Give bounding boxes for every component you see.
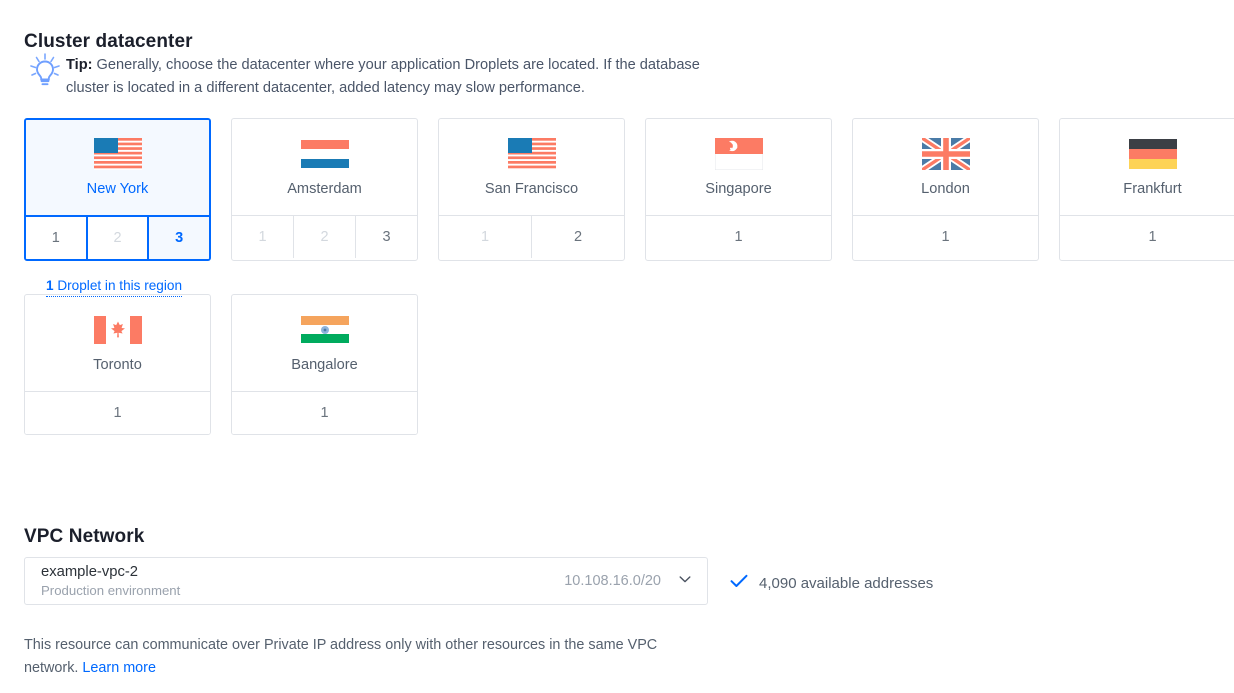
datacenter-vpc-form: Cluster datacenter Tip: Generally, choos…	[0, 0, 1234, 693]
droplet-note-text: Droplet in this region	[53, 278, 183, 293]
in-flag	[300, 313, 349, 346]
region-card-header: Amsterdam	[232, 119, 417, 215]
tip-body: Generally, choose the datacenter where y…	[66, 57, 700, 96]
region-grid: New York 1 2 3 Amsterdam 1 2 3 San Francisco 1 2 …	[24, 118, 1234, 435]
region-name: Frankfurt	[1123, 180, 1182, 197]
region-card-header: Bangalore	[232, 295, 417, 391]
vpc-footnote: This resource can communicate over Priva…	[24, 634, 714, 680]
size-option-1: 1	[232, 216, 293, 258]
region-card-london[interactable]: London 1	[852, 118, 1039, 261]
size-option-1[interactable]: 1	[232, 392, 417, 434]
vpc-network-select[interactable]: example-vpc-2 Production environment 10.…	[24, 557, 708, 605]
region-card-header: Singapore	[646, 119, 831, 215]
region-name: Toronto	[93, 356, 142, 373]
gb-flag	[921, 137, 970, 170]
region-card-san-francisco[interactable]: San Francisco 1 2	[438, 118, 625, 261]
us-flag	[93, 138, 142, 170]
region-name: San Francisco	[484, 180, 579, 197]
tip-label: Tip:	[66, 57, 93, 73]
region-size-options: 1	[646, 215, 831, 258]
region-size-options: 1	[853, 215, 1038, 258]
region-card-new-york[interactable]: New York 1 2 3	[24, 118, 211, 261]
vpc-section-title: VPC Network	[24, 525, 145, 547]
size-option-2: 2	[85, 217, 148, 259]
tip-text: Tip: Generally, choose the datacenter wh…	[66, 48, 724, 100]
size-option-1[interactable]: 1	[646, 216, 831, 258]
size-option-2[interactable]: 2	[531, 216, 624, 258]
region-card-singapore[interactable]: Singapore 1	[645, 118, 832, 261]
chevron-down-icon[interactable]	[677, 571, 693, 592]
size-option-1[interactable]: 1	[26, 217, 86, 259]
vpc-name: example-vpc-2	[41, 563, 139, 580]
region-size-options: 123	[232, 215, 417, 258]
region-card-toronto[interactable]: Toronto 1	[24, 294, 211, 435]
region-name: Amsterdam	[287, 180, 362, 197]
region-size-options: 123	[26, 215, 209, 259]
available-addresses-note: 4,090 available addresses	[730, 574, 933, 592]
region-size-options: 1	[1060, 215, 1234, 258]
size-option-1[interactable]: 1	[853, 216, 1038, 258]
vpc-description: Production environment	[41, 582, 181, 598]
region-card-header: London	[853, 119, 1038, 215]
region-size-options: 12	[439, 215, 624, 258]
droplet-in-region-link[interactable]: 1 Droplet in this region	[46, 278, 183, 297]
size-option-1[interactable]: 1	[1060, 216, 1234, 258]
size-option-3[interactable]: 3	[147, 217, 209, 259]
region-row-2: Toronto 1 Bangalore 1	[24, 294, 1234, 435]
vpc-select-right: 10.108.16.0/20	[564, 571, 693, 592]
vpc-selected-value: example-vpc-2 Production environment	[41, 563, 180, 600]
nl-flag	[300, 137, 349, 170]
region-name: Bangalore	[291, 356, 358, 373]
region-name: New York	[86, 181, 149, 197]
region-name: Singapore	[705, 180, 772, 197]
learn-more-link[interactable]: Learn more	[82, 660, 156, 676]
ca-flag	[93, 313, 142, 346]
us-flag	[507, 137, 556, 170]
tip-banner: Tip: Generally, choose the datacenter wh…	[24, 48, 724, 100]
region-name: London	[921, 180, 970, 197]
size-option-1[interactable]: 1	[25, 392, 210, 434]
region-card-header: San Francisco	[439, 119, 624, 215]
region-card-amsterdam[interactable]: Amsterdam 1 2 3	[231, 118, 418, 261]
size-option-3[interactable]: 3	[355, 216, 417, 258]
lightbulb-icon	[24, 48, 66, 92]
region-card-header: Toronto	[25, 295, 210, 391]
size-option-1: 1	[439, 216, 531, 258]
de-flag	[1128, 138, 1177, 170]
sg-flag	[714, 137, 763, 170]
region-size-options: 1	[232, 391, 417, 434]
available-addresses-text: 4,090 available addresses	[759, 574, 934, 592]
region-card-bangalore[interactable]: Bangalore 1	[231, 294, 418, 435]
region-row-1: New York 1 2 3 Amsterdam 1 2 3 San Francisco 1 2 …	[24, 118, 1234, 261]
region-card-header: New York	[26, 120, 209, 215]
check-icon	[730, 574, 748, 592]
vpc-cidr: 10.108.16.0/20	[564, 573, 661, 589]
region-card-header: Frankfurt	[1060, 119, 1234, 215]
region-size-options: 1	[25, 391, 210, 434]
size-option-2: 2	[293, 216, 355, 258]
droplet-count: 1	[46, 278, 54, 293]
region-card-frankfurt[interactable]: Frankfurt 1	[1059, 118, 1234, 261]
